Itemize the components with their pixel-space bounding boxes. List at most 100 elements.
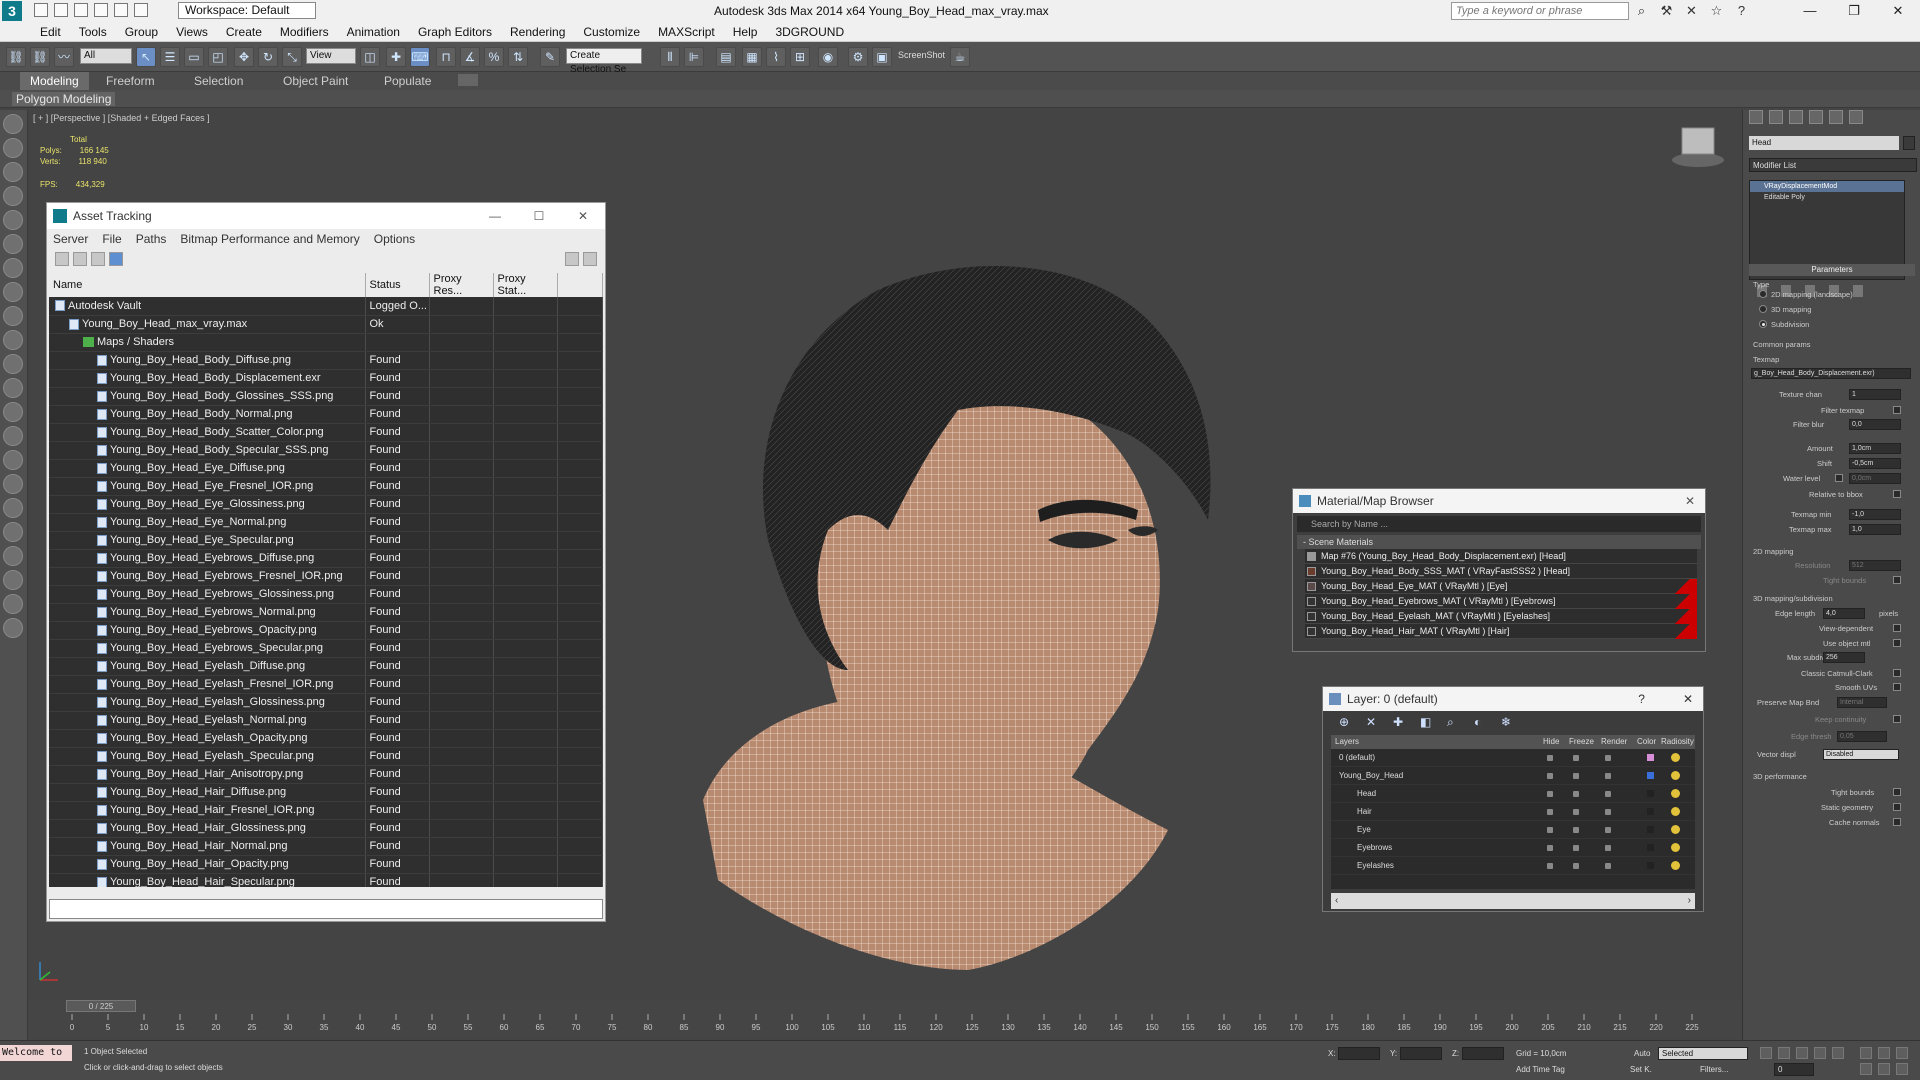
layer-hide-toggle[interactable] bbox=[1547, 755, 1553, 761]
app-logo-icon[interactable]: 3 bbox=[2, 1, 22, 21]
goto-start-icon[interactable] bbox=[1760, 1047, 1772, 1059]
layer-col-freeze[interactable]: Freeze bbox=[1569, 735, 1594, 749]
texmap-button[interactable]: g_Boy_Head_Body_Displacement.exr) bbox=[1751, 368, 1911, 379]
layer-freeze-toggle[interactable] bbox=[1573, 791, 1579, 797]
table-row[interactable]: Young_Boy_Head_Eyebrows_Specular.png Foun… bbox=[49, 639, 603, 658]
layer-name[interactable]: Hair bbox=[1357, 803, 1372, 821]
table-row[interactable]: Young_Boy_Head_Body_Displacement.exr Foun… bbox=[49, 369, 603, 388]
tab-object-paint[interactable]: Object Paint bbox=[283, 72, 348, 90]
table-row[interactable]: Young_Boy_Head_Hair_Anisotropy.png Found bbox=[49, 765, 603, 784]
freeze-all-icon[interactable]: ❄ bbox=[1501, 715, 1514, 729]
asset-name-cell[interactable]: Young_Boy_Head_Eye_Specular.png bbox=[49, 531, 366, 550]
hierarchy-tab-icon[interactable] bbox=[1789, 110, 1803, 124]
table-row[interactable]: Young_Boy_Head_Eyebrows_Diffuse.png Found bbox=[49, 549, 603, 568]
layer-freeze-toggle[interactable] bbox=[1573, 755, 1579, 761]
table-row[interactable]: Autodesk Vault Logged O... bbox=[49, 297, 603, 316]
asset-name-cell[interactable]: Young_Boy_Head_max_vray.max bbox=[49, 315, 366, 334]
layer-horizontal-scrollbar[interactable]: ‹ › bbox=[1331, 893, 1695, 909]
layer-close-button[interactable]: ✕ bbox=[1683, 692, 1693, 706]
layer-freeze-toggle[interactable] bbox=[1573, 809, 1579, 815]
menu-graph-editors[interactable]: Graph Editors bbox=[409, 22, 501, 42]
layer-render-toggle[interactable] bbox=[1605, 845, 1611, 851]
auto-key-button[interactable]: Auto bbox=[1634, 1049, 1650, 1058]
modifier-list-dropdown[interactable]: Modifier List bbox=[1749, 158, 1917, 172]
mirror-icon[interactable]: ⫴ bbox=[660, 47, 680, 67]
project-folder-icon[interactable] bbox=[134, 3, 148, 17]
texmap-max-spinner[interactable]: 1,0 bbox=[1849, 524, 1901, 535]
table-row[interactable]: Young_Boy_Head_Eyelash_Normal.png Found bbox=[49, 711, 603, 730]
asset-name-cell[interactable]: Young_Boy_Head_Eye_Glossiness.png bbox=[49, 495, 366, 514]
filter-texmap-checkbox[interactable] bbox=[1893, 406, 1901, 414]
layer-row[interactable]: Eyelashes bbox=[1331, 857, 1695, 875]
asset-name-cell[interactable]: Young_Boy_Head_Hair_Glossiness.png bbox=[49, 819, 366, 838]
radiosity-icon[interactable] bbox=[1671, 807, 1680, 816]
layer-render-toggle[interactable] bbox=[1605, 827, 1611, 833]
goto-end-icon[interactable] bbox=[1832, 1047, 1844, 1059]
asset-menu-options[interactable]: Options bbox=[374, 232, 415, 246]
object-name-field[interactable]: Head bbox=[1749, 136, 1899, 150]
asset-name-cell[interactable]: Young_Boy_Head_Eyebrows_Fresnel_IOR.png bbox=[49, 567, 366, 586]
select-by-name-icon[interactable]: ☰ bbox=[160, 47, 180, 67]
table-row[interactable]: Young_Boy_Head_max_vray.max Ok bbox=[49, 315, 603, 334]
asset-name-cell[interactable]: Young_Boy_Head_Hair_Diffuse.png bbox=[49, 783, 366, 802]
tab-selection[interactable]: Selection bbox=[194, 72, 243, 90]
snaps-toggle-icon[interactable]: ⊓ bbox=[436, 47, 456, 67]
layer-freeze-toggle[interactable] bbox=[1573, 773, 1579, 779]
named-selection-set-dropdown[interactable]: Create Selection Se bbox=[566, 48, 642, 75]
asset-menu-file[interactable]: File bbox=[102, 232, 121, 246]
cache-normals-checkbox[interactable] bbox=[1893, 818, 1901, 826]
settings-icon[interactable] bbox=[583, 252, 597, 266]
table-row[interactable]: Maps / Shaders bbox=[49, 333, 603, 352]
select-and-rotate-icon[interactable]: ↻ bbox=[258, 47, 278, 67]
redo-icon[interactable] bbox=[114, 3, 128, 17]
table-row[interactable]: Young_Boy_Head_Eyebrows_Opacity.png Found bbox=[49, 621, 603, 640]
tool-icon-3[interactable] bbox=[3, 162, 23, 182]
vector-displ-dropdown[interactable]: Disabled bbox=[1823, 749, 1899, 760]
table-row[interactable]: Young_Boy_Head_Body_Glossines_SSS.png Fou… bbox=[49, 387, 603, 406]
tool-icon-18[interactable] bbox=[3, 522, 23, 542]
table-row[interactable]: Young_Boy_Head_Eye_Glossiness.png Found bbox=[49, 495, 603, 514]
asset-name-cell[interactable]: Young_Boy_Head_Hair_Opacity.png bbox=[49, 855, 366, 874]
delete-layer-icon[interactable]: ✕ bbox=[1366, 715, 1379, 729]
table-row[interactable]: Young_Boy_Head_Body_Specular_SSS.png Foun… bbox=[49, 441, 603, 460]
layer-row[interactable]: Eyebrows bbox=[1331, 839, 1695, 857]
asset-name-cell[interactable]: Young_Boy_Head_Hair_Normal.png bbox=[49, 837, 366, 856]
column-name[interactable]: Name bbox=[49, 273, 366, 297]
asset-name-cell[interactable]: Maps / Shaders bbox=[49, 333, 366, 352]
add-time-tag-button[interactable]: Add Time Tag bbox=[1516, 1065, 1565, 1074]
orbit-icon[interactable] bbox=[1896, 1063, 1908, 1075]
tight-bounds-2d-checkbox[interactable] bbox=[1893, 576, 1901, 584]
radiosity-icon[interactable] bbox=[1671, 861, 1680, 870]
table-row[interactable]: Young_Boy_Head_Eyebrows_Glossiness.png Fo… bbox=[49, 585, 603, 604]
create-tab-icon[interactable] bbox=[1749, 110, 1763, 124]
table-row[interactable]: Young_Boy_Head_Hair_Fresnel_IOR.png Found bbox=[49, 801, 603, 820]
table-row[interactable]: Young_Boy_Head_Body_Scatter_Color.png Fou… bbox=[49, 423, 603, 442]
tight-bounds-checkbox[interactable] bbox=[1893, 788, 1901, 796]
table-row[interactable]: Young_Boy_Head_Eye_Fresnel_IOR.png Found bbox=[49, 477, 603, 496]
layer-name[interactable]: Young_Boy_Head bbox=[1339, 767, 1403, 785]
max-subdivs-spinner[interactable]: 256 bbox=[1823, 652, 1865, 663]
new-file-icon[interactable] bbox=[34, 3, 48, 17]
time-slider[interactable]: 0 / 225 bbox=[66, 1000, 136, 1012]
maximize-button[interactable]: ❐ bbox=[1832, 0, 1876, 22]
asset-name-cell[interactable]: Young_Boy_Head_Eyebrows_Opacity.png bbox=[49, 621, 366, 640]
menu-3dground[interactable]: 3DGROUND bbox=[766, 22, 853, 42]
modify-tab-icon[interactable] bbox=[1769, 110, 1783, 124]
layer-row[interactable]: Eye bbox=[1331, 821, 1695, 839]
layer-row[interactable]: Head bbox=[1331, 785, 1695, 803]
pan-icon[interactable] bbox=[1878, 1063, 1890, 1075]
table-row[interactable]: Young_Boy_Head_Hair_Glossiness.png Found bbox=[49, 819, 603, 838]
layer-manager-icon[interactable]: ▤ bbox=[716, 47, 736, 67]
view-dependent-checkbox[interactable] bbox=[1893, 624, 1901, 632]
table-row[interactable]: Young_Boy_Head_Hair_Normal.png Found bbox=[49, 837, 603, 856]
configure-sets-icon[interactable] bbox=[1853, 285, 1863, 297]
layer-color-swatch[interactable] bbox=[1647, 754, 1654, 761]
spinner-snap-icon[interactable]: ⇅ bbox=[508, 47, 528, 67]
layer-col-layers[interactable]: Layers bbox=[1335, 735, 1359, 749]
layer-hide-toggle[interactable] bbox=[1547, 827, 1553, 833]
asset-name-cell[interactable]: Young_Boy_Head_Hair_Anisotropy.png bbox=[49, 765, 366, 784]
highlight-layer-icon[interactable]: ⌕ bbox=[1447, 715, 1460, 729]
water-level-checkbox[interactable] bbox=[1835, 474, 1843, 482]
select-object-icon[interactable]: ↖ bbox=[136, 47, 156, 67]
layer-color-swatch[interactable] bbox=[1647, 790, 1654, 797]
